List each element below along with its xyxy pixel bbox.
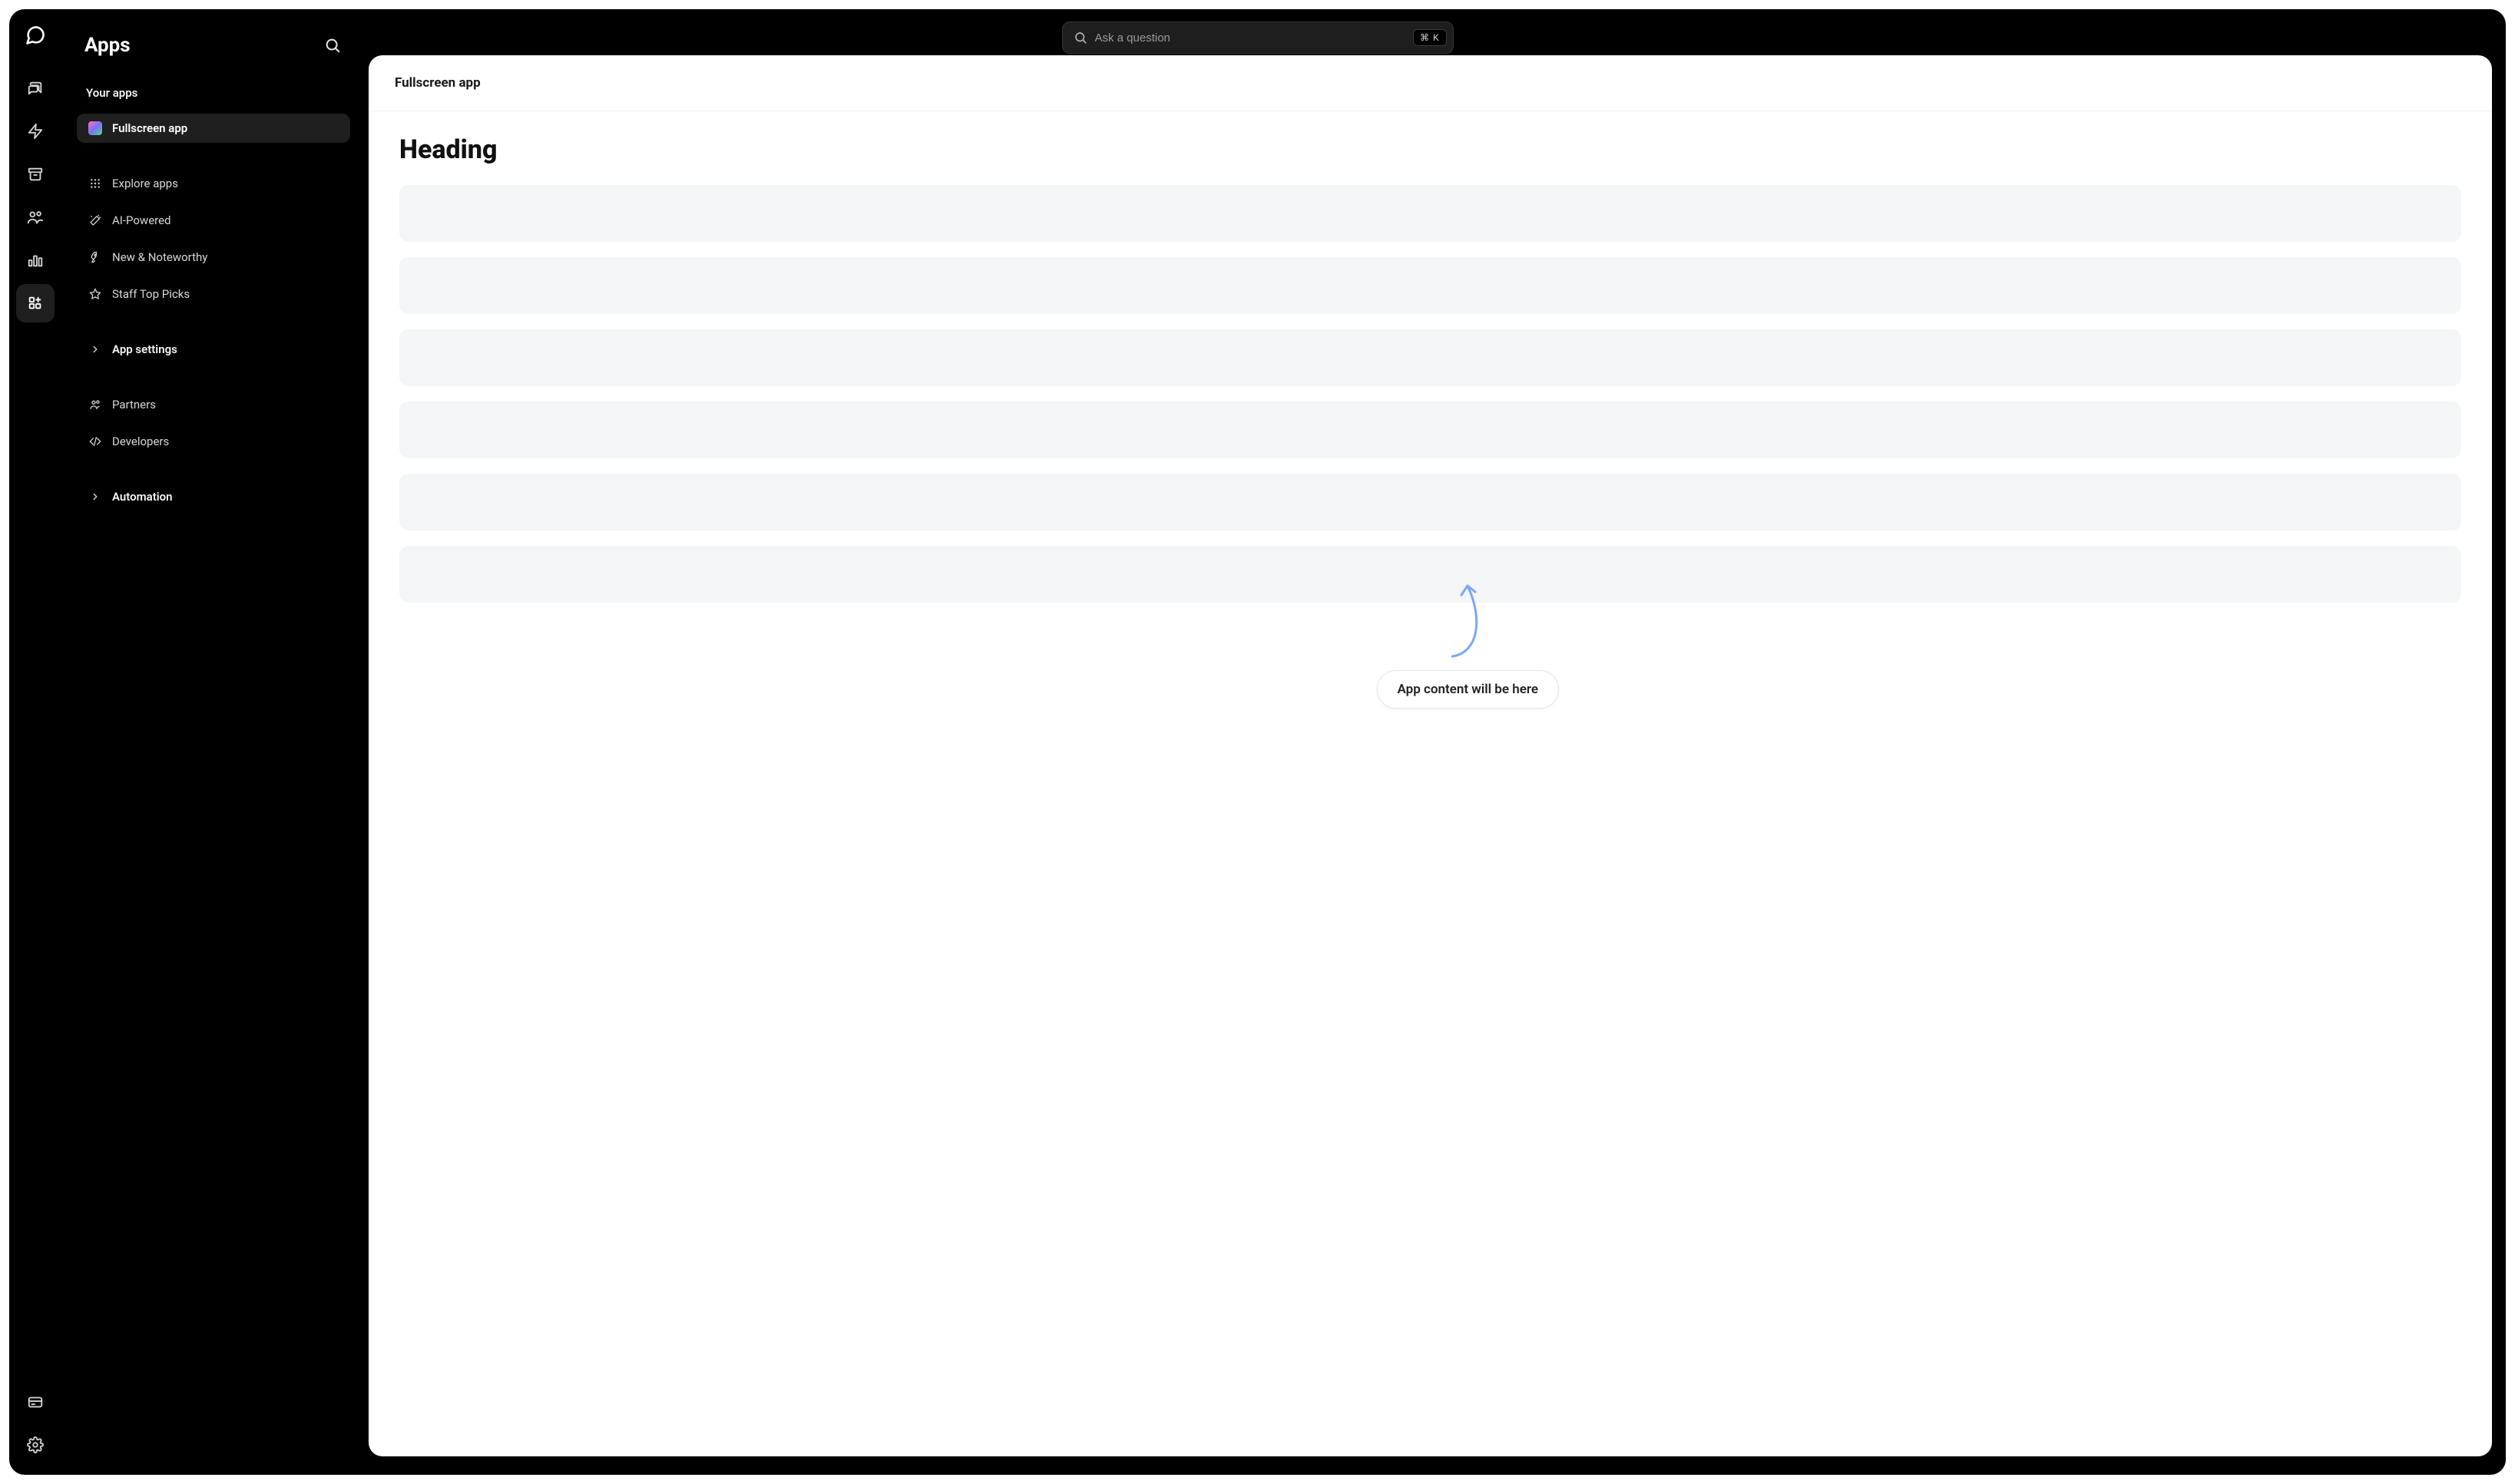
- page-heading: Heading: [399, 134, 2461, 165]
- sidebar-item-label: New & Noteworthy: [112, 250, 207, 264]
- rail-analytics[interactable]: [16, 241, 55, 279]
- skeleton-block: [399, 257, 2461, 314]
- skeleton-block: [399, 474, 2461, 530]
- code-icon: [88, 435, 103, 448]
- sidebar-item-automation[interactable]: Automation: [77, 482, 350, 511]
- chevron-right-icon: [88, 344, 103, 355]
- nav-rail: [9, 9, 61, 1475]
- star-icon: [88, 288, 103, 300]
- your-apps-label: Your apps: [77, 80, 350, 106]
- grid-icon: [88, 177, 103, 190]
- search-shortcut-badge: ⌘ K: [1413, 29, 1447, 46]
- rail-bolt[interactable]: [16, 112, 55, 150]
- rail-billing[interactable]: [16, 1383, 55, 1421]
- global-search-input[interactable]: [1095, 31, 1405, 45]
- main-header: Fullscreen app: [369, 55, 2492, 111]
- rocket-icon: [88, 251, 103, 263]
- arrow-icon: [1444, 580, 1491, 664]
- sidebar-item-label: Automation: [112, 490, 173, 504]
- sidebar-item-label: Developers: [112, 435, 169, 448]
- sidebar-item-partners[interactable]: Partners: [77, 390, 350, 419]
- sidebar-item-app-settings[interactable]: App settings: [77, 335, 350, 364]
- app-frame: ⌘ K: [9, 9, 2506, 1475]
- rail-chat[interactable]: [16, 69, 55, 107]
- app-thumbnail-icon: [88, 121, 103, 135]
- rail-settings[interactable]: [16, 1426, 55, 1464]
- skeleton-block: [399, 185, 2461, 242]
- sidebar-item-developers[interactable]: Developers: [77, 427, 350, 456]
- rail-people[interactable]: [16, 198, 55, 236]
- product-logo-icon: [20, 20, 51, 51]
- skeleton-block: [399, 329, 2461, 386]
- search-icon: [1074, 31, 1087, 45]
- sidebar-search-button[interactable]: [319, 32, 346, 58]
- annotation: App content will be here: [1377, 580, 1559, 709]
- sidebar-item-fullscreen-app[interactable]: Fullscreen app: [77, 114, 350, 143]
- sidebar-item-label: Fullscreen app: [112, 121, 187, 135]
- sidebar-item-ai-powered[interactable]: AI-Powered: [77, 206, 350, 235]
- sidebar-item-new-noteworthy[interactable]: New & Noteworthy: [77, 243, 350, 272]
- main-body: Heading App content will be here: [369, 111, 2492, 641]
- sidebar-title: Apps: [84, 34, 131, 57]
- rail-apps[interactable]: [16, 284, 55, 322]
- main-panel: Fullscreen app Heading App content will …: [369, 55, 2492, 1456]
- global-search[interactable]: ⌘ K: [1062, 21, 1454, 54]
- sidebar-item-label: AI-Powered: [112, 213, 171, 227]
- breadcrumb: Fullscreen app: [395, 75, 2466, 91]
- sidebar-item-label: Partners: [112, 398, 156, 411]
- sidebar-header: Apps: [77, 25, 350, 72]
- sidebar-item-staff-top-picks[interactable]: Staff Top Picks: [77, 279, 350, 309]
- people-icon: [88, 398, 103, 411]
- chevron-right-icon: [88, 491, 103, 502]
- sidebar-item-label: Staff Top Picks: [112, 287, 190, 301]
- rail-archive[interactable]: [16, 155, 55, 193]
- skeleton-block: [399, 402, 2461, 458]
- sidebar-item-explore-apps[interactable]: Explore apps: [77, 169, 350, 198]
- annotation-bubble: App content will be here: [1377, 670, 1559, 709]
- wand-icon: [88, 214, 103, 226]
- sidebar-item-label: App settings: [112, 342, 177, 356]
- sidebar: Apps Your apps Fullscreen app Explore ap…: [61, 9, 369, 1475]
- sidebar-item-label: Explore apps: [112, 177, 178, 190]
